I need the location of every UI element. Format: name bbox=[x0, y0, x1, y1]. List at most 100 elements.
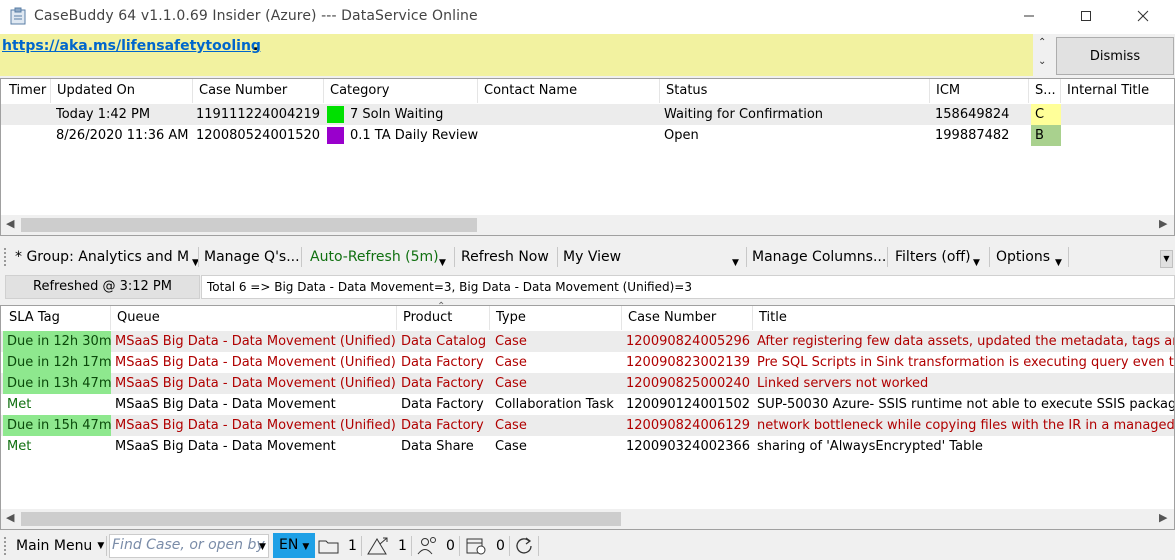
column-header-updated-on[interactable]: Updated On bbox=[51, 79, 193, 103]
table-row[interactable]: 8/26/2020 11:36 AM 120080524001520 0.1 T… bbox=[1, 125, 1174, 146]
toolbar-grip[interactable] bbox=[4, 248, 7, 266]
cell-status: Open bbox=[664, 128, 699, 143]
chevron-down-icon: ▼ bbox=[302, 542, 310, 552]
horizontal-scrollbar[interactable]: ◀ ▶ bbox=[1, 215, 1174, 235]
group-dropdown[interactable]: * Group: Analytics and M bbox=[15, 247, 197, 267]
group-label: * Group: Analytics and M bbox=[15, 249, 190, 265]
table-row[interactable]: Due in 15h 47m MSaaS Big Data - Data Move… bbox=[1, 415, 1174, 436]
table-row[interactable]: Met MSaaS Big Data - Data Movement Data Sh… bbox=[1, 436, 1174, 457]
column-header-case-number[interactable]: Case Number bbox=[193, 79, 324, 103]
cell-type: Collaboration Task bbox=[495, 397, 614, 412]
column-header-severity[interactable]: S... bbox=[1029, 79, 1061, 103]
cell-case-number: 120090124001502 bbox=[626, 397, 751, 412]
language-label: EN bbox=[279, 537, 299, 553]
column-header-title[interactable]: Title bbox=[753, 306, 1174, 330]
chevron-down-icon[interactable]: ▼ bbox=[1055, 253, 1062, 273]
notice-scrollbar[interactable]: ⌃ ⌄ bbox=[1033, 34, 1055, 76]
refresh-now-button[interactable]: Refresh Now bbox=[461, 247, 549, 267]
toolbar-overflow-icon[interactable]: ▼ bbox=[1160, 250, 1173, 268]
manage-columns-button[interactable]: Manage Columns... bbox=[752, 247, 886, 267]
column-header-icm[interactable]: ICM bbox=[930, 79, 1029, 103]
table-row[interactable]: Met MSaaS Big Data - Data Movement Data Fa… bbox=[1, 394, 1174, 415]
refresh-icon[interactable] bbox=[514, 536, 534, 556]
cell-product: Data Factory bbox=[401, 355, 484, 370]
calendar-icon[interactable] bbox=[465, 536, 489, 556]
refreshed-label[interactable]: Refreshed @ 3:12 PM bbox=[5, 275, 200, 299]
column-header-sla-tag[interactable]: SLA Tag bbox=[3, 306, 111, 330]
cell-product: Data Factory bbox=[401, 376, 484, 391]
scrollbar-thumb[interactable] bbox=[21, 218, 477, 232]
auto-refresh-button[interactable]: Auto-Refresh (5m) bbox=[310, 247, 439, 267]
scroll-left-icon[interactable]: ◀ bbox=[6, 217, 14, 230]
scroll-down-icon[interactable]: ⌄ bbox=[1038, 56, 1046, 67]
column-header-queue[interactable]: Queue bbox=[111, 306, 397, 330]
dismiss-button[interactable]: Dismiss bbox=[1056, 37, 1174, 75]
cell-icm: 199887482 bbox=[935, 128, 1010, 143]
close-button[interactable] bbox=[1120, 0, 1166, 32]
cell-type: Case bbox=[495, 418, 527, 433]
find-case-input[interactable]: Find Case, or open by bbox=[109, 534, 269, 558]
window-title: CaseBuddy 64 v1.1.0.69 Insider (Azure) -… bbox=[34, 8, 478, 24]
cell-sla-tag: Due in 13h 47m bbox=[3, 373, 111, 394]
notice-link[interactable]: https://aka.ms/lifensafetytooling bbox=[2, 38, 261, 54]
chevron-down-icon[interactable]: ▼ bbox=[973, 253, 980, 273]
folder-icon[interactable] bbox=[318, 537, 340, 555]
view-dropdown[interactable]: My View bbox=[563, 247, 743, 267]
statusbar-separator bbox=[411, 536, 412, 556]
cell-updated-on: 8/26/2020 11:36 AM bbox=[56, 128, 189, 143]
column-header-internal-title[interactable]: Internal Title bbox=[1061, 79, 1175, 103]
manage-queues-button[interactable]: Manage Q's... bbox=[204, 247, 300, 267]
chevron-down-icon[interactable]: ▼ bbox=[259, 542, 266, 552]
cell-case-number: 119111224004219 bbox=[196, 107, 321, 122]
sort-ascending-icon: ⌃ bbox=[437, 301, 446, 312]
table-row[interactable]: Due in 13h 47m MSaaS Big Data - Data Move… bbox=[1, 373, 1174, 394]
find-case-placeholder: Find Case, or open by bbox=[112, 537, 265, 553]
scroll-right-icon[interactable]: ▶ bbox=[1159, 217, 1167, 230]
filters-button[interactable]: Filters (off) bbox=[895, 247, 971, 267]
cell-queue: MSaaS Big Data - Data Movement (Unified) bbox=[115, 355, 396, 370]
scrollbar-thumb[interactable] bbox=[21, 512, 621, 526]
minimize-icon bbox=[1024, 15, 1034, 17]
table-row[interactable]: Today 1:42 PM 119111224004219 7 Soln Wai… bbox=[1, 104, 1174, 125]
column-header-contact-name[interactable]: Contact Name bbox=[478, 79, 660, 103]
chevron-down-icon: ▼ bbox=[97, 541, 105, 551]
maximize-icon bbox=[1081, 11, 1091, 21]
column-header-category[interactable]: Category bbox=[324, 79, 478, 103]
cell-severity: B bbox=[1031, 125, 1061, 146]
chevron-down-icon[interactable]: ▼ bbox=[439, 253, 446, 273]
cell-type: Case bbox=[495, 334, 527, 349]
language-dropdown[interactable]: EN ▼ bbox=[273, 533, 315, 558]
cell-case-number: 120090825000240 bbox=[626, 376, 751, 391]
close-icon bbox=[1137, 10, 1149, 22]
cell-type: Case bbox=[495, 439, 527, 454]
statusbar-separator bbox=[509, 536, 510, 556]
toolbar-separator bbox=[198, 247, 199, 267]
cell-case-number: 120090324002366 bbox=[626, 439, 751, 454]
column-header-case-number[interactable]: Case Number bbox=[622, 306, 753, 330]
scroll-left-icon[interactable]: ◀ bbox=[6, 511, 14, 524]
cell-case-number: 120080524001520 bbox=[196, 128, 321, 143]
toolbar-separator bbox=[1068, 247, 1069, 267]
scroll-up-icon[interactable]: ⌃ bbox=[1038, 37, 1046, 48]
cell-category: 0.1 TA Daily Review bbox=[350, 128, 478, 143]
column-header-type[interactable]: Type bbox=[490, 306, 622, 330]
category-color-swatch bbox=[327, 127, 344, 144]
chevron-down-icon[interactable]: ▼ bbox=[732, 253, 739, 273]
cell-sla-tag: Met bbox=[7, 397, 32, 412]
maximize-button[interactable] bbox=[1063, 0, 1109, 32]
escalation-icon[interactable] bbox=[366, 536, 390, 556]
column-header-status[interactable]: Status bbox=[660, 79, 930, 103]
statusbar-grip[interactable] bbox=[4, 537, 7, 555]
cell-product: Data Catalog bbox=[401, 334, 487, 349]
scroll-right-icon[interactable]: ▶ bbox=[1159, 511, 1167, 524]
horizontal-scrollbar[interactable]: ◀ ▶ bbox=[1, 509, 1174, 529]
main-menu-button[interactable]: Main Menu ▼ bbox=[16, 536, 104, 556]
minimize-button[interactable] bbox=[1006, 0, 1052, 32]
table-row[interactable]: Due in 12h 17m MSaaS Big Data - Data Move… bbox=[1, 352, 1174, 373]
options-button[interactable]: Options bbox=[996, 247, 1050, 267]
column-header-timer[interactable]: Timer bbox=[3, 79, 51, 103]
cell-case-number: 120090824006129 bbox=[626, 418, 751, 433]
table-row[interactable]: Due in 12h 30m MSaaS Big Data - Data Move… bbox=[1, 331, 1174, 352]
people-icon[interactable] bbox=[416, 536, 440, 556]
cell-title: SUP-50030 Azure- SSIS runtime not able t… bbox=[757, 397, 1174, 412]
